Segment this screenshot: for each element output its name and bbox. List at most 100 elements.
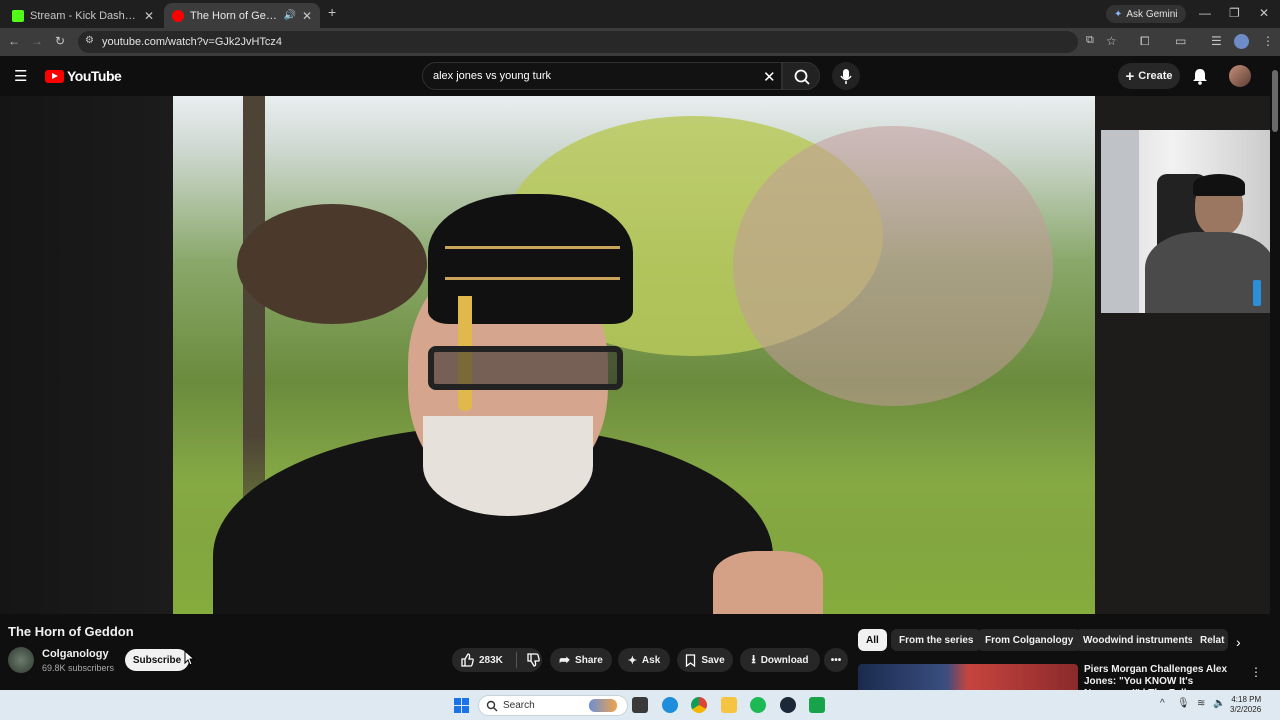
browser-tab-strip: Stream - Kick Dashboard ✕ The Horn of Ge…	[0, 0, 1280, 28]
voice-search-button[interactable]	[832, 62, 860, 90]
windows-taskbar: Search ^ 🎙 ≋ 🔈 4:18 PM 3/2/2026	[0, 690, 1280, 720]
bookmark-star-icon[interactable]: ☆	[1106, 34, 1117, 48]
search-highlight-icon	[589, 699, 617, 712]
url-text[interactable]: youtube.com/watch?v=GJk2JvHTcz4	[102, 36, 282, 48]
browser-tab-youtube[interactable]: The Horn of Geddon - YouTube 🔊 ✕	[164, 3, 320, 28]
microphone-tray-icon[interactable]: 🎙	[1177, 698, 1190, 709]
chip-related[interactable]: Relat	[1192, 629, 1228, 651]
related-video-thumbnail[interactable]	[858, 664, 1078, 690]
show-hidden-icons-icon[interactable]: ^	[1160, 698, 1165, 709]
forward-icon[interactable]: →	[31, 34, 43, 48]
search-button[interactable]	[782, 62, 820, 90]
scrollbar-thumb[interactable]	[1272, 70, 1278, 132]
back-icon[interactable]: ←	[8, 34, 20, 48]
video-title: The Horn of Geddon	[8, 624, 134, 639]
cast-icon[interactable]: ▭	[1175, 34, 1186, 48]
like-count[interactable]: 283K	[479, 655, 503, 666]
spotify-icon[interactable]	[750, 697, 766, 713]
chip-all[interactable]: All	[858, 629, 887, 651]
youtube-favicon-icon	[172, 9, 184, 22]
task-view-icon[interactable]	[632, 697, 648, 713]
ask-gemini-label: Ask Gemini	[1126, 8, 1178, 20]
thumbs-down-icon[interactable]	[526, 653, 540, 667]
close-tab-icon[interactable]: ✕	[302, 9, 312, 23]
ask-button[interactable]: ✦ Ask	[618, 648, 670, 672]
taskbar-search-icon	[486, 700, 498, 712]
browser-menu-icon[interactable]: ⋮	[1262, 34, 1274, 48]
more-horizontal-icon: •••	[830, 654, 842, 666]
webcam-bottle	[1253, 280, 1261, 306]
clock-date: 3/2/2026	[1230, 705, 1262, 714]
account-avatar[interactable]	[1229, 65, 1251, 87]
clear-search-icon[interactable]: ✕	[763, 68, 776, 86]
file-explorer-icon[interactable]	[721, 697, 737, 713]
gemini-sparkle-icon: ✦	[1114, 8, 1123, 20]
chip-woodwind-instruments[interactable]: Woodwind instruments	[1075, 629, 1202, 651]
taskbar-search-box[interactable]: Search	[478, 695, 628, 716]
volume-icon[interactable]: 🔈	[1213, 698, 1225, 709]
profile-avatar-icon[interactable]	[1234, 34, 1249, 49]
microphone-icon	[840, 69, 852, 84]
close-window-icon[interactable]: ✕	[1259, 6, 1269, 20]
install-app-icon[interactable]: ⧉	[1086, 34, 1094, 47]
new-tab-icon[interactable]: +	[328, 4, 336, 20]
system-clock[interactable]: 4:18 PM 3/2/2026	[1230, 695, 1261, 715]
download-label: Download	[760, 654, 809, 666]
search-input[interactable]: alex jones vs young turk ✕	[422, 62, 782, 90]
more-actions-button[interactable]: •••	[824, 648, 848, 672]
youtube-logo-icon[interactable]	[45, 70, 64, 83]
subscribe-button[interactable]: Subscribe	[125, 649, 189, 671]
steam-icon[interactable]	[780, 697, 796, 713]
browser-tab-kick[interactable]: Stream - Kick Dashboard ✕	[4, 3, 162, 28]
video-frame-blossom	[733, 126, 1053, 406]
restore-icon[interactable]: ❐	[1229, 6, 1240, 20]
page-scrollbar[interactable]	[1270, 56, 1280, 690]
speaker-icon[interactable]: 🔊	[283, 10, 295, 21]
chevron-right-icon[interactable]: ›	[1236, 634, 1241, 650]
kick-app-icon[interactable]	[809, 697, 825, 713]
hamburger-menu-icon[interactable]: ☰	[14, 67, 27, 85]
video-frame-hat-embroidery	[445, 246, 620, 280]
tab-title: The Horn of Geddon - YouTube	[190, 9, 278, 22]
chrome-icon[interactable]	[691, 697, 707, 713]
share-label: Share	[575, 654, 603, 666]
reload-icon[interactable]: ↻	[55, 34, 65, 48]
bookmark-icon	[686, 653, 696, 667]
video-frame-hand	[713, 551, 823, 614]
windows-start-icon[interactable]	[454, 698, 469, 713]
edge-icon[interactable]	[662, 697, 678, 713]
reading-list-icon[interactable]: ☰	[1211, 34, 1222, 48]
site-info-icon[interactable]: ⚙	[85, 35, 94, 46]
like-dislike-group: 283K	[452, 648, 542, 672]
ask-label: Ask	[641, 654, 661, 666]
youtube-logo-text[interactable]: YouTube	[67, 68, 122, 84]
address-bar[interactable]: ⚙ youtube.com/watch?v=GJk2JvHTcz4 ⧉ ☆	[78, 31, 1117, 53]
video-player[interactable]	[173, 96, 1095, 614]
video-frame-person-beard	[423, 416, 593, 516]
close-tab-icon[interactable]: ✕	[144, 9, 154, 23]
download-button[interactable]: ⭳ Download	[740, 648, 820, 672]
create-label: Create	[1138, 70, 1173, 82]
create-button[interactable]: + Create	[1118, 63, 1180, 89]
taskbar-search-placeholder: Search	[503, 700, 535, 711]
webcam-overlay	[1101, 130, 1280, 313]
channel-avatar[interactable]	[8, 647, 34, 673]
share-button[interactable]: ➦ Share	[550, 648, 612, 672]
minimize-icon[interactable]: —	[1199, 6, 1211, 20]
more-vertical-icon[interactable]: ⋮	[1250, 665, 1262, 679]
webcam-streamer-hair	[1193, 174, 1245, 196]
wifi-icon[interactable]: ≋	[1197, 698, 1205, 709]
extensions-icon[interactable]: ⧠	[1140, 34, 1150, 49]
ask-gemini-button[interactable]: ✦ Ask Gemini	[1106, 5, 1186, 23]
chip-from-the-series[interactable]: From the series	[891, 629, 982, 651]
notifications-bell-icon[interactable]	[1191, 67, 1209, 85]
like-divider	[515, 652, 517, 668]
save-button[interactable]: Save	[677, 648, 733, 672]
search-icon	[794, 69, 810, 85]
thumbs-up-icon[interactable]	[460, 653, 474, 667]
chip-from-colganology[interactable]: From Colganology	[977, 629, 1082, 651]
search-input-value: alex jones vs young turk	[433, 70, 552, 82]
channel-name[interactable]: Colganology	[42, 648, 109, 660]
tab-title: Stream - Kick Dashboard	[30, 9, 138, 22]
video-frame-basket	[237, 204, 427, 324]
